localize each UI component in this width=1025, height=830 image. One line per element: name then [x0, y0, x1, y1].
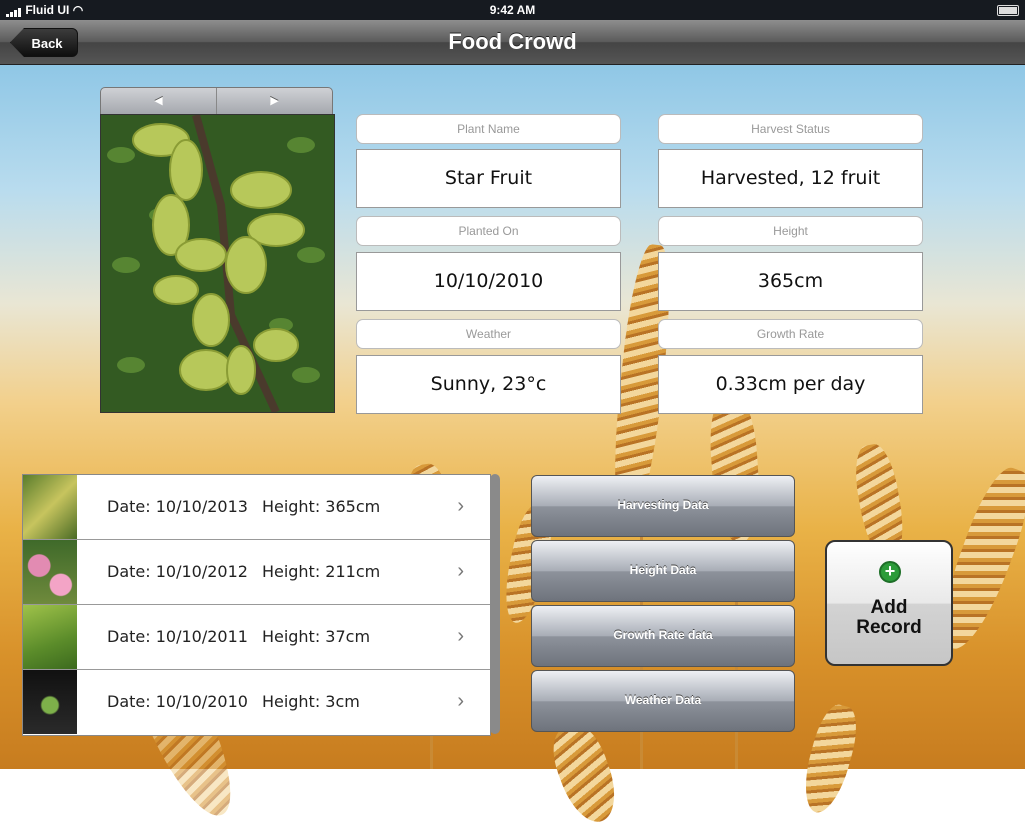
record-date: Date: 10/10/2011 — [107, 627, 248, 646]
plant-photo — [100, 114, 335, 413]
height-data-button[interactable]: Height Data — [531, 540, 795, 602]
harvesting-data-button[interactable]: Harvesting Data — [531, 475, 795, 537]
record-height: Height: 37cm — [261, 627, 371, 646]
weather-label: Weather — [356, 319, 621, 349]
photo-pager: ◀ ▶ — [100, 87, 333, 115]
planted-on-value[interactable]: 10/10/2010 — [356, 252, 621, 311]
status-bar: Fluid UI ◠ 9:42 AM — [0, 0, 1025, 20]
star-fruit-image — [101, 115, 334, 412]
list-item[interactable]: Date: 10/10/2010 Height: 3cm › — [23, 670, 490, 734]
growth-rate-data-button[interactable]: Growth Rate data — [531, 605, 795, 667]
height-label: Height — [658, 216, 923, 246]
height-value[interactable]: 365cm — [658, 252, 923, 311]
plus-icon: + — [879, 561, 901, 583]
add-record-button[interactable]: + Add Record — [825, 540, 953, 666]
harvest-status-value[interactable]: Harvested, 12 fruit — [658, 149, 923, 208]
record-text: Date: 10/10/2010 Height: 3cm — [107, 670, 374, 734]
list-scrollbar[interactable] — [490, 474, 500, 734]
clock: 9:42 AM — [489, 3, 536, 17]
chevron-right-icon: › — [457, 560, 464, 582]
plant-name-label: Plant Name — [356, 114, 621, 144]
next-photo-button[interactable]: ▶ — [217, 88, 332, 114]
list-item[interactable]: Date: 10/10/2013 Height: 365cm › — [23, 475, 490, 540]
record-text: Date: 10/10/2012 Height: 211cm — [107, 540, 394, 604]
record-height: Height: 365cm — [261, 497, 381, 516]
record-height: Height: 3cm — [261, 692, 360, 711]
navigation-bar: Back Food Crowd — [0, 20, 1025, 65]
chevron-right-icon: › — [457, 625, 464, 647]
record-thumbnail — [23, 540, 77, 604]
record-date: Date: 10/10/2013 — [107, 497, 248, 516]
record-thumbnail — [23, 670, 77, 734]
record-date: Date: 10/10/2010 — [107, 692, 248, 711]
record-text: Date: 10/10/2013 Height: 365cm — [107, 475, 394, 539]
record-height: Height: 211cm — [261, 562, 381, 581]
add-record-label: Add Record — [856, 597, 922, 638]
chevron-right-icon: › — [457, 690, 464, 712]
page-title: Food Crowd — [448, 29, 577, 54]
planted-on-label: Planted On — [356, 216, 621, 246]
growth-rate-label: Growth Rate — [658, 319, 923, 349]
battery-icon — [997, 5, 1019, 16]
record-date: Date: 10/10/2012 — [107, 562, 248, 581]
records-list: Date: 10/10/2013 Height: 365cm › Date: 10… — [22, 474, 491, 736]
wheat-ear — [796, 700, 864, 818]
list-item[interactable]: Date: 10/10/2012 Height: 211cm › — [23, 540, 490, 605]
growth-rate-value[interactable]: 0.33cm per day — [658, 355, 923, 414]
record-thumbnail — [23, 605, 77, 669]
plant-name-value[interactable]: Star Fruit — [356, 149, 621, 208]
harvest-status-label: Harvest Status — [658, 114, 923, 144]
record-thumbnail — [23, 475, 77, 539]
chevron-right-icon: › — [457, 495, 464, 517]
weather-data-button[interactable]: Weather Data — [531, 670, 795, 732]
list-item[interactable]: Date: 10/10/2011 Height: 37cm › — [23, 605, 490, 670]
wheat-ear — [544, 718, 626, 830]
weather-value[interactable]: Sunny, 23°c — [356, 355, 621, 414]
record-text: Date: 10/10/2011 Height: 37cm — [107, 605, 384, 669]
previous-photo-button[interactable]: ◀ — [101, 88, 217, 114]
